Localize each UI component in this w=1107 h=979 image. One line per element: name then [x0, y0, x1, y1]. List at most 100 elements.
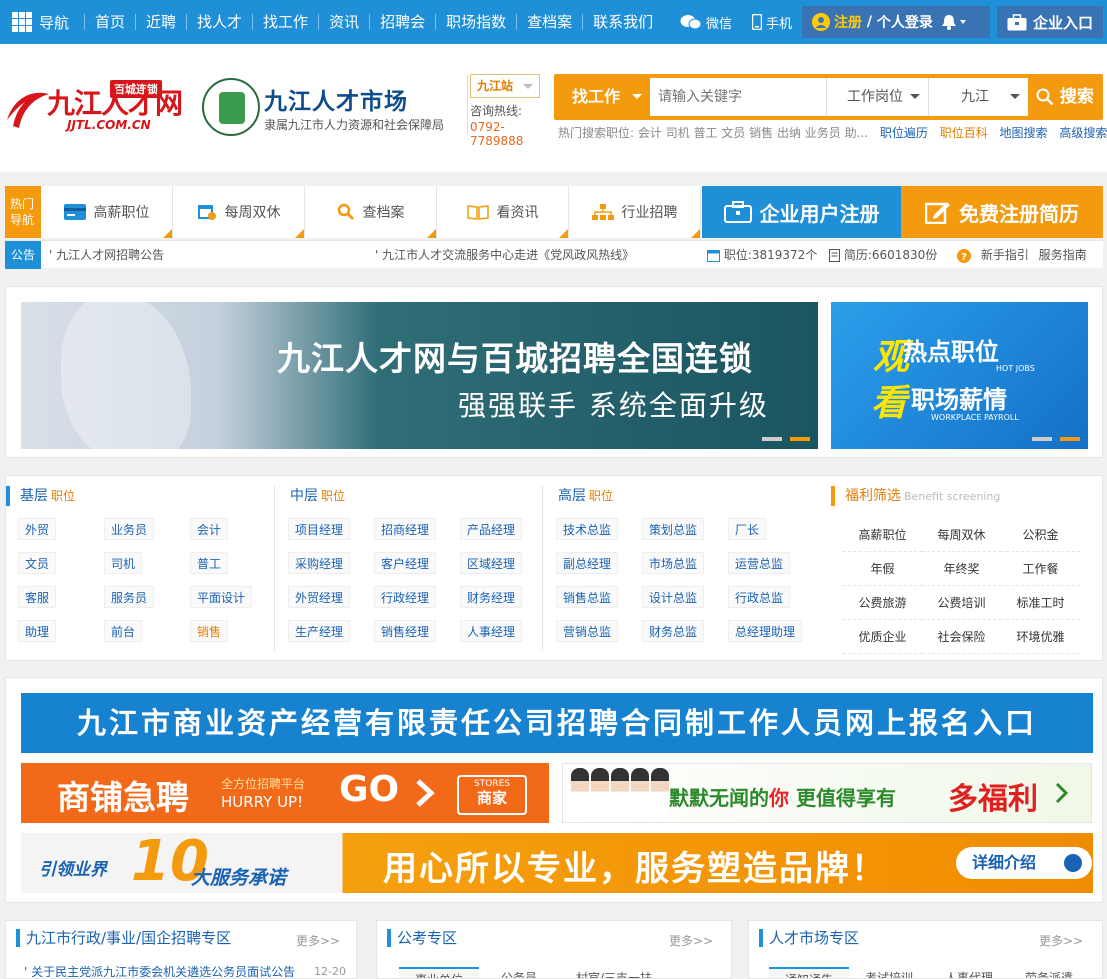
job-tag[interactable]: 运营总监 [728, 552, 791, 574]
recruit-entry-banner[interactable]: 九江市商业资产经营有限责任公司招聘合同制工作人员网上报名入口 [21, 693, 1093, 753]
welfare-tag[interactable]: 工作餐 [1001, 552, 1080, 586]
carousel-dot[interactable] [790, 437, 810, 441]
tab-village-official[interactable]: 村官/三支一扶 [559, 967, 669, 978]
tab-personnel-agency[interactable]: 人事代理 [929, 967, 1009, 978]
job-tag[interactable]: 招商经理 [374, 518, 437, 540]
job-tag[interactable]: 财务经理 [460, 586, 523, 608]
job-tag[interactable]: 营销总监 [556, 620, 619, 642]
tab-civil-servant[interactable]: 公务员 [479, 967, 559, 978]
tile-high-salary[interactable]: 高薪职位 [41, 186, 173, 238]
job-tag[interactable]: 厂长 [728, 518, 767, 540]
welfare-tag[interactable]: 年假 [843, 552, 922, 586]
detail-button[interactable]: 详细介绍 [956, 847, 1092, 879]
welfare-tag[interactable]: 社会保险 [922, 620, 1001, 654]
welfare-tag[interactable]: 每周双休 [922, 518, 1001, 552]
enterprise-entry-button[interactable]: 企业入口 [997, 6, 1103, 38]
job-tag[interactable]: 司机 [104, 552, 143, 574]
welfare-tag[interactable]: 高薪职位 [843, 518, 922, 552]
nav-link-home[interactable]: 首页 [84, 14, 135, 30]
main-banner[interactable]: 九江人才网与百城招聘全国连锁 强强联手 系统全面升级 [21, 302, 818, 449]
tab-notices[interactable]: 通知通告 [769, 967, 849, 978]
nav-link-find-job[interactable]: 找工作 [252, 14, 318, 30]
tab-labor-dispatch[interactable]: 劳务派遣 [1009, 967, 1089, 978]
nav-link-archive[interactable]: 查档案 [516, 14, 582, 30]
personal-login-link[interactable]: 个人登录 [877, 12, 933, 32]
advanced-search-link[interactable]: 高级搜索 [1059, 126, 1107, 140]
job-tag[interactable]: 外贸 [18, 518, 57, 540]
job-tag[interactable]: 策划总监 [642, 518, 705, 540]
nav-link-news[interactable]: 资讯 [318, 14, 369, 30]
hot-search-words[interactable]: 会计 司机 普工 文员 销售 出纳 业务员 助... [638, 126, 868, 140]
nav-link-contact[interactable]: 联系我们 [582, 14, 663, 30]
job-tag[interactable]: 行政总监 [728, 586, 791, 608]
tile-weekend-off[interactable]: 每周双休 [173, 186, 305, 238]
job-tag[interactable]: 普工 [190, 552, 229, 574]
job-tag[interactable]: 前台 [104, 620, 143, 642]
job-tag[interactable]: 总经理助理 [728, 620, 803, 642]
job-tag[interactable]: 业务员 [104, 518, 155, 540]
search-type-select[interactable]: 找工作 [554, 74, 650, 120]
welfare-tag[interactable]: 公费培训 [922, 586, 1001, 620]
talent-market-logo[interactable]: 九江人才市场 隶属九江市人力资源和社会保障局 [202, 78, 452, 142]
notice-item[interactable]: ' 九江市人才交流服务中心走进《党风政风热线》 [375, 241, 634, 269]
job-tag[interactable]: 财务总监 [642, 620, 705, 642]
welfare-banner[interactable]: 默默无闻的你 更值得享有 多福利 [562, 763, 1092, 823]
resume-register-button[interactable]: 免费注册简历 [901, 186, 1103, 238]
job-tag[interactable]: 项目经理 [288, 518, 351, 540]
service-promise-banner[interactable]: 引领业界 10 大服务承诺 用心所以专业，服务塑造品牌！ 详细介绍 [21, 829, 1093, 894]
job-tag[interactable]: 区域经理 [460, 552, 523, 574]
more-link[interactable]: 更多>> [296, 932, 340, 949]
job-tag[interactable]: 人事经理 [460, 620, 523, 642]
nav-link-recent[interactable]: 近聘 [135, 14, 186, 30]
carousel-dot[interactable] [1060, 437, 1080, 441]
tile-news[interactable]: 看资讯 [437, 186, 569, 238]
tab-exam-training[interactable]: 考试培训 [849, 967, 929, 978]
job-wiki-link[interactable]: 职位百科 [940, 126, 988, 140]
job-tag[interactable]: 服务员 [104, 586, 155, 608]
job-tag[interactable]: 助理 [18, 620, 57, 642]
tile-industry[interactable]: 行业招聘 [569, 186, 701, 238]
wechat-link[interactable]: 微信 [680, 13, 732, 32]
job-tag[interactable]: 行政经理 [374, 586, 437, 608]
job-tag[interactable]: 外贸经理 [288, 586, 351, 608]
welfare-tag[interactable]: 标准工时 [1001, 586, 1080, 620]
list-item[interactable]: ' 关于民主党派九江市委会机关遴选公务员面试公告 [24, 963, 314, 978]
job-tag[interactable]: 采购经理 [288, 552, 351, 574]
position-dropdown[interactable]: 工作岗位 [826, 78, 928, 116]
more-link[interactable]: 更多>> [669, 932, 713, 949]
job-tag[interactable]: 平面设计 [190, 586, 253, 608]
job-tag[interactable]: 副总经理 [556, 552, 619, 574]
tile-archive[interactable]: 查档案 [305, 186, 437, 238]
jjtl-logo[interactable]: 百城连锁 九江人才网 JJTL.COM.CN [5, 80, 190, 142]
job-tag[interactable]: 销售 [190, 620, 229, 642]
more-link[interactable]: 更多>> [1039, 932, 1083, 949]
welfare-tag[interactable]: 优质企业 [843, 620, 922, 654]
search-button[interactable]: 搜索 [1028, 74, 1103, 120]
job-tag[interactable]: 销售总监 [556, 586, 619, 608]
welfare-tag[interactable]: 环境优雅 [1001, 620, 1080, 654]
newbie-guide-link[interactable]: 新手指引 [981, 248, 1029, 262]
nav-menu-button[interactable]: 导航 [0, 0, 84, 44]
nav-link-job-fair[interactable]: 招聘会 [369, 14, 435, 30]
job-traverse-link[interactable]: 职位遍历 [880, 126, 928, 140]
welfare-tag[interactable]: 公费旅游 [843, 586, 922, 620]
job-tag[interactable]: 生产经理 [288, 620, 351, 642]
job-tag[interactable]: 客户经理 [374, 552, 437, 574]
enterprise-register-button[interactable]: 企业用户注册 [702, 186, 901, 238]
city-dropdown[interactable]: 九江 [928, 78, 1028, 116]
notice-item[interactable]: ' 九江人才网招聘公告 [49, 241, 164, 269]
job-tag[interactable]: 技术总监 [556, 518, 619, 540]
carousel-dot[interactable] [762, 437, 782, 441]
nav-link-index[interactable]: 职场指数 [435, 14, 516, 30]
shop-urgent-banner[interactable]: 商铺急聘 全方位招聘平台 HURRY UP! GO STORES 商家 [21, 763, 549, 823]
job-tag[interactable]: 销售经理 [374, 620, 437, 642]
welfare-tag[interactable]: 公积金 [1001, 518, 1080, 552]
job-tag[interactable]: 产品经理 [460, 518, 523, 540]
side-banner[interactable]: 观 看 热点职位 HOT JOBS 职场薪情 WORKPLACE PAYROLL [831, 302, 1088, 449]
service-guide-link[interactable]: 服务指南 [1039, 248, 1087, 262]
nav-link-find-talent[interactable]: 找人才 [186, 14, 252, 30]
welfare-tag[interactable]: 年终奖 [922, 552, 1001, 586]
map-search-link[interactable]: 地图搜索 [1000, 126, 1048, 140]
mobile-link[interactable]: 手机 [752, 13, 792, 32]
carousel-dot[interactable] [1032, 437, 1052, 441]
